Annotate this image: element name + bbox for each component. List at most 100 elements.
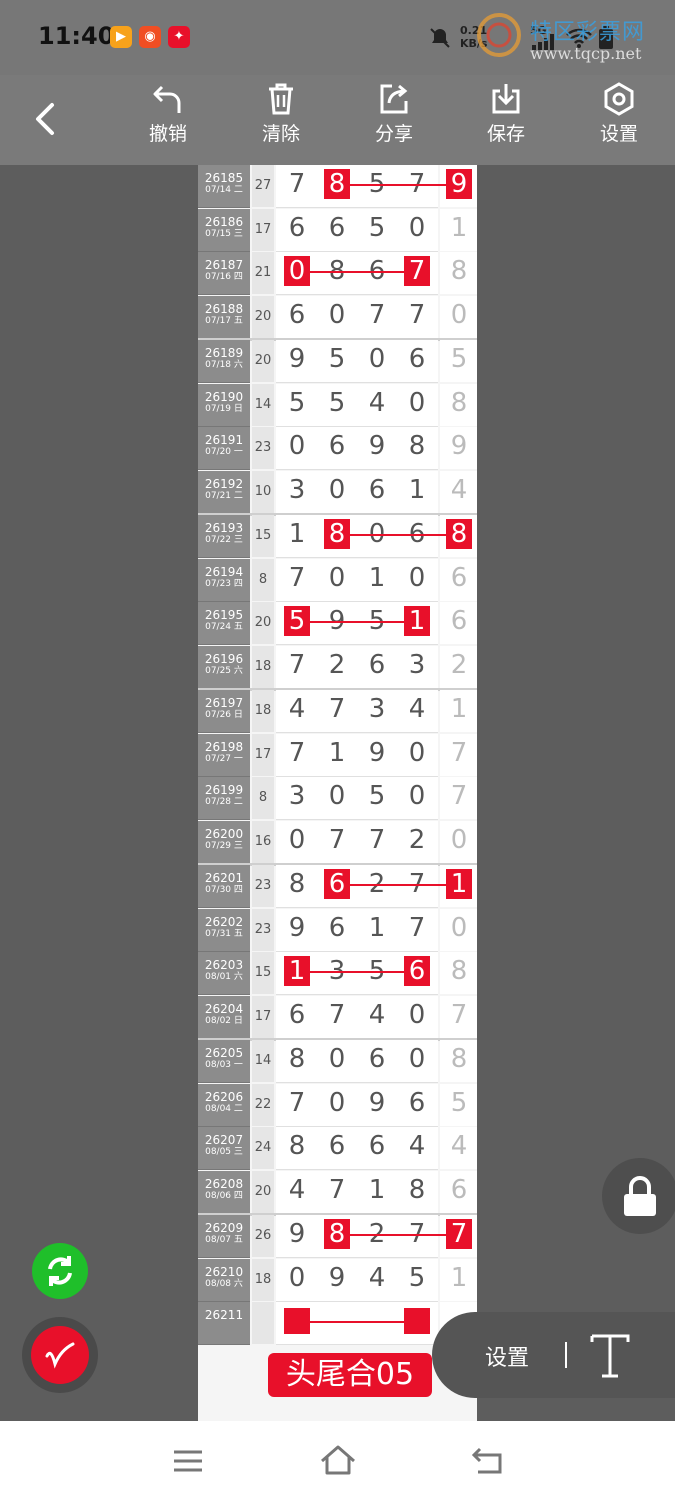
table-row[interactable]: 26204 08/02 日 17 6 7 4 0 7: [198, 995, 477, 1039]
digit: 5: [284, 606, 310, 636]
issue-date: 07/20 一: [205, 447, 243, 457]
issue-number: 26203: [204, 958, 244, 972]
sum-value: 20: [252, 1170, 274, 1213]
table-row[interactable]: 26199 07/28 二830507: [198, 777, 477, 820]
save-button[interactable]: 保存: [466, 81, 546, 146]
issue-date: 07/24 五: [205, 622, 243, 632]
sum-value: 24: [252, 1127, 274, 1169]
refresh-icon: [48, 1256, 72, 1286]
table-row[interactable]: 26186 07/15 三 17 6 6 5 0 1: [198, 208, 477, 252]
issue-cell: 26193 07/22 三: [198, 515, 250, 558]
issue-date: 07/31 五: [205, 928, 243, 939]
digit: 7: [328, 694, 346, 724]
digit: 5: [328, 387, 346, 418]
issue-number: 26208: [204, 1176, 244, 1191]
issue-date: 08/03 一: [205, 1060, 243, 1070]
issue-number: 26187: [204, 258, 244, 272]
video-app-icon: ▶: [110, 26, 132, 48]
tail-digit: 4: [450, 474, 468, 505]
table-row[interactable]: 26192 07/21 二 10 3 0 6 1 4: [198, 470, 477, 514]
sum-value: 15: [252, 515, 274, 557]
digit: 6: [408, 344, 426, 374]
table-row[interactable]: 26203 08/01 六 15 1 3 5 6 8: [198, 952, 477, 995]
table-row[interactable]: 26191 07/20 一 23 0 6 9 8 9: [198, 427, 477, 470]
tail-digit: 5: [450, 1087, 468, 1118]
table-row[interactable]: 26189 07/18 六 20 9 5 0 6 5: [198, 340, 477, 383]
menu-icon[interactable]: [172, 1447, 204, 1475]
undo-button[interactable]: 撤销: [128, 81, 208, 146]
issue-number: 26189: [204, 346, 244, 360]
tail-digit: 7: [446, 1219, 472, 1249]
issue-number: 26195: [204, 608, 244, 622]
digit: 2: [328, 649, 346, 680]
refresh-button[interactable]: [32, 1243, 88, 1299]
clear-label: 清除: [261, 123, 300, 145]
digit: 8: [408, 431, 426, 461]
table-row[interactable]: 26194 07/23 四870106: [198, 558, 477, 602]
table-row[interactable]: 26207 08/05 三 24 8 6 6 4 4: [198, 1127, 477, 1170]
digit: 3: [288, 474, 306, 505]
table-row[interactable]: 26195 07/24 五 20 5 9 5 1 6: [198, 602, 477, 645]
sum-value: 10: [252, 470, 274, 513]
pen-button[interactable]: [22, 1317, 98, 1393]
sum-value: 17: [252, 733, 274, 776]
issue-number: 26209: [204, 1221, 244, 1235]
digit: 7: [328, 999, 346, 1030]
digit: 7: [288, 562, 306, 593]
table-row[interactable]: 26200 07/29 三 16 0 7 7 2 0: [198, 820, 477, 864]
digit: 7: [408, 299, 426, 330]
table-row[interactable]: 26197 07/26 日 18 4 7 3 4 1: [198, 690, 477, 733]
sum-value: 15: [252, 952, 274, 994]
home-icon[interactable]: [318, 1443, 358, 1477]
tail-digit: 7: [450, 999, 468, 1030]
digit: 0: [288, 824, 306, 855]
digit: 0: [328, 562, 346, 593]
digit: 6: [328, 1131, 346, 1161]
tail-digit: 1: [450, 694, 468, 724]
issue-date: 07/19 日: [205, 403, 243, 414]
lottery-chart-table[interactable]: 26185 07/14 二 27 7 8 5 7 9 26186 07/15 三 17 6 6 5 0 1 26…: [198, 165, 477, 1421]
table-row[interactable]: 26196 07/25 六 18 7 2 6 3 2: [198, 645, 477, 689]
digit: 4: [368, 1262, 386, 1293]
table-row[interactable]: 26187 07/16 四 21 0 8 6 7 8: [198, 252, 477, 295]
table-row[interactable]: 26193 07/22 三 15 1 8 0 6 8: [198, 515, 477, 558]
table-row[interactable]: 26188 07/17 五 20 6 0 7 7 0: [198, 295, 477, 339]
table-row[interactable]: 26198 07/27 一 17 7 1 9 0 7: [198, 733, 477, 777]
clear-button[interactable]: 清除: [241, 81, 321, 146]
issue-number: 26200: [204, 826, 244, 841]
hexagon-settings-icon: [604, 82, 634, 116]
connect-line: [310, 271, 404, 273]
issue-cell: 26198 07/27 一: [198, 733, 250, 777]
table-row[interactable]: 26209 08/07 五 26 9 8 2 7 7: [198, 1215, 477, 1258]
digit: 9: [328, 1262, 346, 1293]
table-row[interactable]: 26190 07/19 日 14 5 5 4 0 8: [198, 383, 477, 427]
issue-date: 08/04 二: [205, 1103, 243, 1114]
digit: 0: [328, 474, 346, 505]
issue-cell: 26192 07/21 二: [198, 470, 250, 514]
table-row[interactable]: 26201 07/30 四 23 8 6 2 7 1: [198, 865, 477, 908]
issue-date: 08/02 日: [205, 1015, 243, 1026]
table-row[interactable]: 26185 07/14 二 27 7 8 5 7 9: [198, 165, 477, 208]
back-arrow-icon[interactable]: [28, 99, 62, 139]
digit: 8: [408, 1174, 426, 1205]
back-nav-icon[interactable]: [470, 1445, 504, 1475]
table-row[interactable]: 26202 07/31 五 23 9 6 1 7 0: [198, 908, 477, 952]
pill-settings-button[interactable]: 设置: [485, 1340, 529, 1372]
table-row[interactable]: 26205 08/03 一 14 8 0 6 0 8: [198, 1040, 477, 1083]
table-row[interactable]: 26206 08/04 二 22 7 0 9 6 5: [198, 1083, 477, 1127]
share-button[interactable]: 分享: [354, 81, 434, 146]
connect-line: [350, 884, 446, 886]
text-tool-icon[interactable]: [588, 1330, 632, 1380]
digit: 4: [368, 387, 386, 418]
lock-button[interactable]: [602, 1158, 675, 1234]
sum-value: 22: [252, 1083, 274, 1126]
tail-digit: 8: [446, 519, 472, 549]
table-row[interactable]: 26208 08/06 四 20 4 7 1 8 6: [198, 1170, 477, 1214]
tail-digit: 6: [450, 562, 468, 593]
connect-line: [350, 1234, 446, 1236]
digit: 7: [408, 912, 426, 943]
table-row[interactable]: 26210 08/08 六 18 0 9 4 5 1: [198, 1258, 477, 1302]
tail-digit: 0: [450, 299, 468, 330]
settings-button[interactable]: 设置: [579, 81, 659, 146]
issue-date: 07/29 三: [205, 840, 243, 851]
